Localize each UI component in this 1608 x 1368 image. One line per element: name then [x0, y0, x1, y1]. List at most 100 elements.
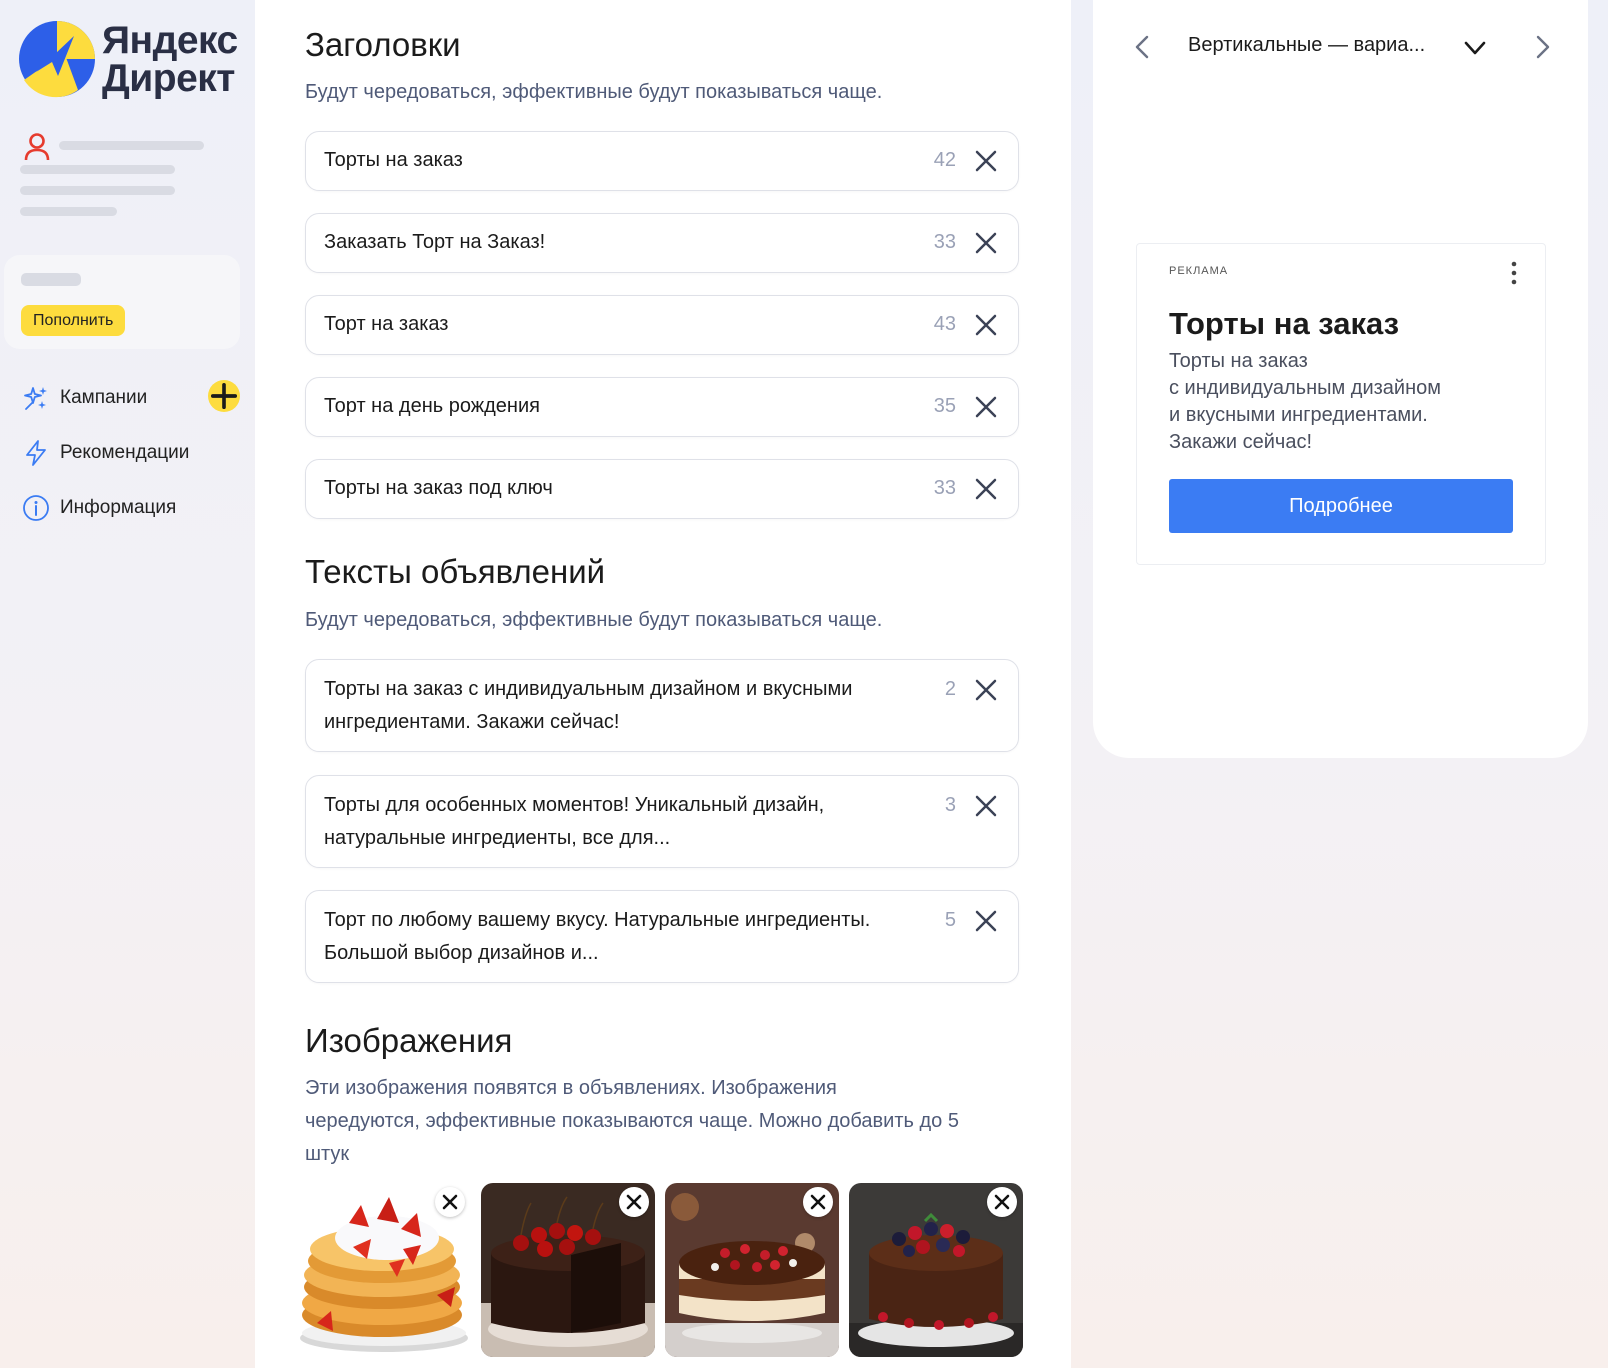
ad-text-field[interactable]: Торт по любому вашему вкусу. Натуральные…: [305, 890, 1019, 983]
chevron-right-icon[interactable]: [1527, 32, 1557, 62]
remove-image-button[interactable]: [987, 1187, 1017, 1217]
ad-cta-button[interactable]: Подробнее: [1169, 479, 1513, 533]
remove-image-button[interactable]: [803, 1187, 833, 1217]
remove-headline-icon[interactable]: [972, 311, 1000, 339]
headline-text: Торты на заказ: [324, 149, 463, 171]
headline-field[interactable]: Торты на заказ 42: [305, 131, 1019, 191]
close-icon: [810, 1194, 826, 1210]
ad-text-field[interactable]: Торты на заказ с индивидуальным дизайном…: [305, 659, 1019, 752]
ad-text-line: Торты на заказ с индивидуальным дизайном…: [324, 678, 853, 700]
image-thumbnail[interactable]: [481, 1183, 655, 1357]
topup-button[interactable]: Пополнить: [21, 305, 126, 336]
char-count: 35: [933, 395, 956, 417]
headline-field[interactable]: Торт на день рождения 35: [305, 377, 1019, 437]
remove-ad-text-icon[interactable]: [972, 792, 1000, 820]
close-icon: [626, 1194, 642, 1210]
ad-preview-panel: Вертикальные — вариа... РЕКЛАМА Торты на…: [1093, 0, 1588, 758]
images-subtitle-line: Эти изображения появятся в объявлениях. …: [305, 1077, 837, 1099]
char-count: 33: [933, 231, 956, 253]
headlines-title: Заголовки: [305, 26, 461, 63]
sidebar-item-information[interactable]: Информация: [22, 480, 240, 535]
image-thumbnail[interactable]: [665, 1183, 839, 1357]
sidebar: Яндекс Директ Пополнить Кампании Рекомен…: [0, 0, 255, 1368]
headline-field[interactable]: Заказать Торт на Заказ! 33: [305, 213, 1019, 273]
remove-image-button[interactable]: [435, 1187, 465, 1217]
more-options-icon[interactable]: [1511, 260, 1517, 286]
ad-title: Торты на заказ: [1169, 306, 1400, 341]
remove-image-button[interactable]: [619, 1187, 649, 1217]
char-count: 43: [933, 313, 956, 335]
ad-text-line: Большой выбор дизайнов и...: [324, 942, 599, 964]
char-count: 3: [944, 794, 956, 816]
sidebar-nav: Кампании Рекомендации Информация: [22, 370, 240, 535]
ad-text-line: Торты для особенных моментов! Уникальный…: [324, 794, 825, 816]
plus-icon: [210, 382, 238, 410]
ad-text-line: Закажи сейчас!: [1169, 431, 1313, 453]
logo-line-1: Яндекс: [102, 19, 238, 62]
sidebar-item-label: Кампании: [60, 386, 148, 408]
variant-select[interactable]: Вертикальные — вариа...: [1188, 34, 1425, 57]
ad-texts-title: Тексты объявлений: [305, 553, 606, 590]
remove-headline-icon[interactable]: [972, 229, 1000, 257]
ad-text-field[interactable]: Торты для особенных моментов! Уникальный…: [305, 775, 1019, 868]
sidebar-item-recommendations[interactable]: Рекомендации: [22, 425, 240, 480]
ad-text-line: и вкусными ингредиентами.: [1169, 404, 1428, 426]
sidebar-item-label: Рекомендации: [60, 441, 190, 463]
close-icon: [442, 1194, 458, 1210]
image-thumbnail[interactable]: [297, 1183, 471, 1357]
logo-line-2: Директ: [102, 57, 235, 100]
user-icon: [24, 133, 50, 161]
balance-placeholder: [21, 273, 81, 286]
headline-field[interactable]: Торт на заказ 43: [305, 295, 1019, 355]
sidebar-item-campaigns[interactable]: Кампании: [22, 370, 240, 425]
remove-headline-icon[interactable]: [972, 475, 1000, 503]
headlines-subtitle: Будут чередоваться, эффективные будут по…: [305, 81, 883, 103]
headline-text: Торт на день рождения: [324, 395, 540, 417]
ad-text-line: с индивидуальным дизайном: [1169, 377, 1442, 399]
char-count: 2: [944, 678, 956, 700]
headline-text: Торт на заказ: [324, 313, 449, 335]
balance-card: Пополнить: [4, 255, 240, 349]
char-count: 5: [944, 909, 956, 931]
headline-text: Торты на заказ под ключ: [324, 477, 553, 499]
remove-headline-icon[interactable]: [972, 393, 1000, 421]
char-count: 42: [933, 149, 956, 171]
images-title: Изображения: [305, 1022, 513, 1059]
sidebar-item-label: Информация: [60, 496, 177, 518]
yandex-direct-logo[interactable]: Яндекс Директ: [18, 20, 248, 100]
main-panel: Заголовки Будут чередоваться, эффективны…: [255, 0, 1071, 1368]
info-icon: [23, 494, 49, 521]
lightning-icon: [26, 439, 46, 466]
sparkles-icon: [24, 386, 47, 410]
logo-mark-icon: [19, 21, 95, 98]
remove-ad-text-icon[interactable]: [972, 676, 1000, 704]
ad-text-line: Торт по любому вашему вкусу. Натуральные…: [324, 909, 871, 931]
ad-text-line: ингредиентами. Закажи сейчас!: [324, 711, 620, 733]
image-thumbnails: [297, 1183, 1037, 1358]
images-subtitle-line: штук: [305, 1143, 350, 1165]
images-subtitle-line: чередуются, эффективные показываются чащ…: [305, 1110, 959, 1132]
headline-text: Заказать Торт на Заказ!: [324, 231, 546, 253]
headline-field[interactable]: Торты на заказ под ключ 33: [305, 459, 1019, 519]
remove-ad-text-icon[interactable]: [972, 907, 1000, 935]
add-campaign-button[interactable]: [208, 380, 240, 412]
chevron-down-icon[interactable]: [1461, 34, 1489, 62]
username-placeholder: [59, 141, 204, 150]
image-thumbnail[interactable]: [849, 1183, 1023, 1357]
ad-texts-subtitle: Будут чередоваться, эффективные будут по…: [305, 609, 883, 631]
user-info-placeholder: [20, 186, 175, 195]
ad-text-line: натуральные ингредиенты, все для...: [324, 827, 671, 849]
user-block[interactable]: [20, 130, 220, 230]
ad-text: Торты на заказ с индивидуальным дизайном…: [1169, 348, 1499, 456]
ad-preview-card: РЕКЛАМА Торты на заказ Торты на заказ с …: [1136, 243, 1546, 565]
logo-text: Яндекс Директ: [102, 19, 238, 100]
user-info-placeholder: [20, 165, 175, 174]
char-count: 33: [933, 477, 956, 499]
user-info-placeholder: [20, 207, 117, 216]
ad-text-line: Торты на заказ: [1169, 350, 1308, 372]
remove-headline-icon[interactable]: [972, 147, 1000, 175]
ad-label: РЕКЛАМА: [1169, 265, 1229, 277]
chevron-left-icon[interactable]: [1128, 32, 1158, 62]
close-icon: [994, 1194, 1010, 1210]
preview-header: Вертикальные — вариа...: [1093, 22, 1588, 72]
